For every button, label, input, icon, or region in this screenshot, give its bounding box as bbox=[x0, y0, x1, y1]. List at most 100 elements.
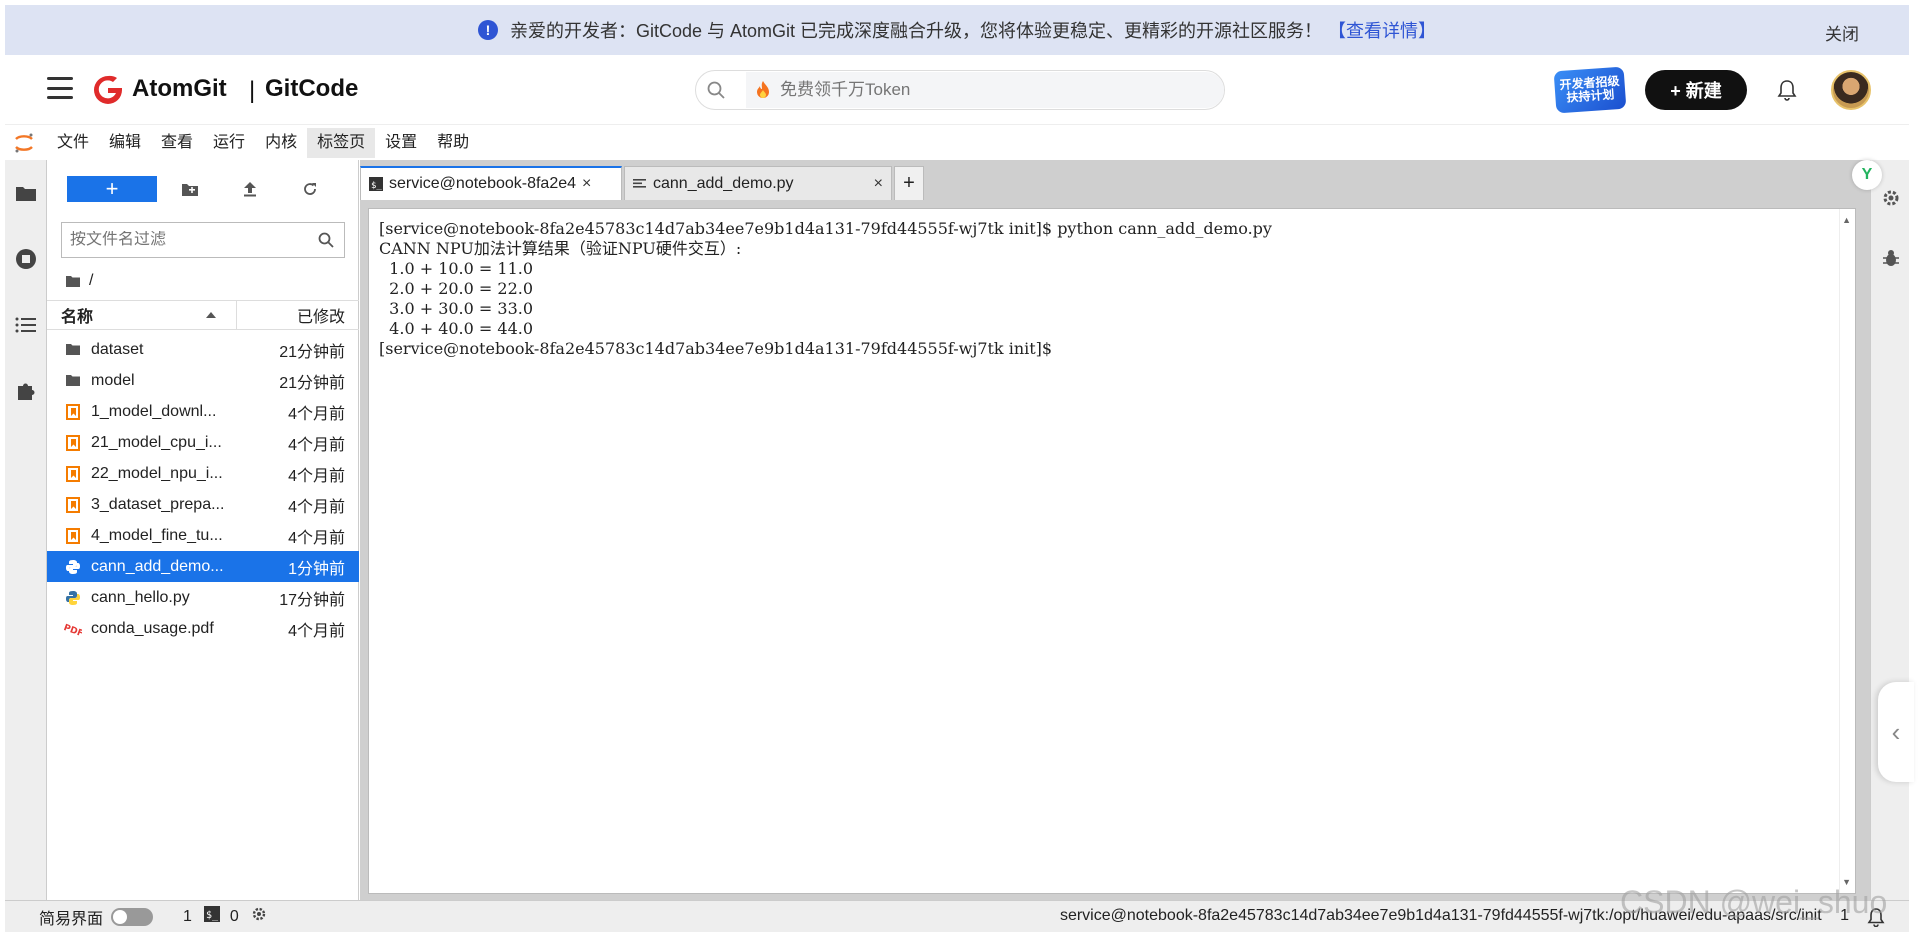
info-icon: ! bbox=[477, 20, 498, 40]
assistant-y-icon[interactable]: Y bbox=[1852, 160, 1882, 190]
table-of-contents-tab[interactable] bbox=[5, 292, 47, 358]
notebook-icon bbox=[61, 496, 85, 513]
terminal-scrollbar[interactable]: ▲ ▼ bbox=[1839, 209, 1855, 893]
file-row[interactable]: 4_model_fine_tu... 4个月前 bbox=[47, 520, 359, 551]
folder-icon bbox=[16, 187, 36, 201]
file-modified: 4个月前 bbox=[288, 498, 345, 516]
file-row[interactable]: PDF conda_usage.pdf 4个月前 bbox=[47, 613, 359, 644]
file-browser-panel: + / 名称 已修改 dataset 21分钟前 model 21分钟前 1_model… bbox=[47, 160, 359, 900]
file-modified: 4个月前 bbox=[288, 467, 345, 485]
file-row[interactable]: 1_model_downl... 4个月前 bbox=[47, 396, 359, 427]
column-modified-header[interactable]: 已修改 bbox=[237, 303, 359, 327]
menu-run[interactable]: 运行 bbox=[203, 128, 255, 158]
breadcrumb-root[interactable]: / bbox=[89, 272, 93, 290]
refresh-icon[interactable] bbox=[297, 176, 323, 202]
file-row[interactable]: cann_hello.py 17分钟前 bbox=[47, 582, 359, 613]
extensions-tab[interactable] bbox=[5, 358, 47, 424]
notebook-icon bbox=[61, 527, 85, 544]
banner-details-link[interactable]: 【查看详情】 bbox=[1328, 17, 1436, 43]
close-icon[interactable]: × bbox=[582, 175, 591, 193]
file-name: conda_usage.pdf bbox=[91, 619, 214, 637]
terminal-line: 2.0 + 20.0 = 22.0 bbox=[379, 279, 534, 298]
scroll-up-icon[interactable]: ▲ bbox=[1842, 215, 1851, 225]
menu-file[interactable]: 文件 bbox=[47, 128, 99, 158]
tab-label: cann_add_demo.py bbox=[653, 174, 794, 192]
document-tabbar: $_ service@notebook-8fa2e4 × cann_add_de… bbox=[360, 166, 924, 200]
new-button[interactable]: + 新建 bbox=[1645, 70, 1747, 110]
banner-close-button[interactable]: 关闭 bbox=[1825, 20, 1859, 45]
file-browser-tab[interactable] bbox=[5, 160, 47, 226]
new-launcher-button[interactable]: + bbox=[67, 176, 157, 202]
file-row[interactable]: 22_model_npu_i... 4个月前 bbox=[47, 458, 359, 489]
menu-help[interactable]: 帮助 bbox=[427, 128, 479, 158]
menu-kernel[interactable]: 内核 bbox=[255, 128, 307, 158]
search-icon bbox=[696, 70, 736, 110]
folder-icon bbox=[61, 343, 85, 356]
simple-mode-label: 简易界面 bbox=[39, 910, 104, 928]
file-name: 21_model_cpu_i... bbox=[91, 433, 222, 451]
running-kernels-tab[interactable] bbox=[5, 226, 47, 292]
upload-icon[interactable] bbox=[237, 176, 263, 202]
breadcrumb[interactable]: / bbox=[65, 270, 93, 292]
puzzle-icon bbox=[18, 383, 35, 400]
file-modified: 4个月前 bbox=[288, 622, 345, 640]
terminal-line: 3.0 + 30.0 = 33.0 bbox=[379, 299, 534, 318]
menu-edit[interactable]: 编辑 bbox=[99, 128, 151, 158]
tab-editor[interactable]: cann_add_demo.py × bbox=[624, 166, 892, 200]
notebook-icon bbox=[61, 403, 85, 420]
terminal-icon: $_ bbox=[369, 177, 383, 191]
notebook-icon bbox=[61, 465, 85, 482]
file-row[interactable]: cann_add_demo... 1分钟前 bbox=[47, 551, 359, 582]
left-activity-bar bbox=[5, 160, 47, 900]
file-row[interactable]: 21_model_cpu_i... 4个月前 bbox=[47, 427, 359, 458]
watermark: CSDN @wei_shuo bbox=[1620, 884, 1888, 920]
developer-program-badge[interactable]: 开发者招级 扶持计划 bbox=[1553, 66, 1627, 114]
file-modified: 17分钟前 bbox=[279, 591, 345, 609]
tab-terminal[interactable]: $_ service@notebook-8fa2e4 × bbox=[360, 166, 622, 200]
text-file-icon bbox=[633, 178, 647, 190]
column-name-label: 名称 bbox=[61, 309, 94, 326]
simple-mode-toggle[interactable] bbox=[111, 907, 154, 926]
file-name: cann_hello.py bbox=[91, 588, 190, 606]
terminal-count[interactable]: 0 bbox=[230, 908, 239, 926]
menu-view[interactable]: 查看 bbox=[151, 128, 203, 158]
global-search[interactable] bbox=[695, 70, 1225, 110]
terminal-panel[interactable]: [service@notebook-8fa2e45783c14d7ab34ee7… bbox=[368, 208, 1856, 894]
gear-icon[interactable] bbox=[251, 906, 267, 927]
tab-label: service@notebook-8fa2e4 bbox=[389, 175, 577, 192]
right-sidebar bbox=[1870, 160, 1909, 900]
hamburger-menu-icon[interactable] bbox=[47, 77, 73, 99]
file-name: cann_add_demo... bbox=[91, 557, 224, 575]
kernel-count[interactable]: 1 bbox=[183, 908, 192, 926]
search-icon bbox=[308, 232, 344, 248]
file-browser-toolbar: + bbox=[47, 172, 359, 206]
file-modified: 21分钟前 bbox=[279, 343, 345, 361]
logo-gitcode[interactable]: GitCode bbox=[265, 75, 358, 103]
close-icon[interactable]: × bbox=[874, 175, 883, 193]
logo-atomgit[interactable]: AtomGit bbox=[132, 75, 227, 103]
chevron-left-icon[interactable]: ‹ bbox=[1878, 682, 1914, 782]
folder-icon bbox=[61, 374, 85, 387]
file-row[interactable]: model 21分钟前 bbox=[47, 365, 359, 396]
terminal-line: [service@notebook-8fa2e45783c14d7ab34ee7… bbox=[379, 219, 1272, 238]
file-filter-box[interactable] bbox=[61, 222, 345, 258]
search-input[interactable] bbox=[780, 80, 1180, 100]
menu-tabs[interactable]: 标签页 bbox=[307, 128, 376, 158]
folder-icon bbox=[66, 275, 80, 287]
file-filter-input[interactable] bbox=[62, 231, 308, 249]
jupyter-logo-icon bbox=[15, 133, 33, 153]
file-row[interactable]: 3_dataset_prepa... 4个月前 bbox=[47, 489, 359, 520]
notebook-icon bbox=[61, 434, 85, 451]
column-name-header[interactable]: 名称 bbox=[47, 301, 237, 329]
debugger-tab[interactable] bbox=[1871, 228, 1910, 288]
user-avatar[interactable] bbox=[1831, 70, 1871, 110]
file-modified: 4个月前 bbox=[288, 436, 345, 454]
new-folder-icon[interactable] bbox=[177, 176, 203, 202]
bell-icon[interactable] bbox=[1777, 79, 1797, 101]
file-list-header: 名称 已修改 bbox=[47, 300, 359, 330]
list-icon bbox=[15, 317, 36, 333]
file-name: 4_model_fine_tu... bbox=[91, 526, 223, 544]
menu-settings[interactable]: 设置 bbox=[375, 128, 427, 158]
add-tab-button[interactable]: + bbox=[894, 166, 924, 200]
file-row[interactable]: dataset 21分钟前 bbox=[47, 334, 359, 365]
